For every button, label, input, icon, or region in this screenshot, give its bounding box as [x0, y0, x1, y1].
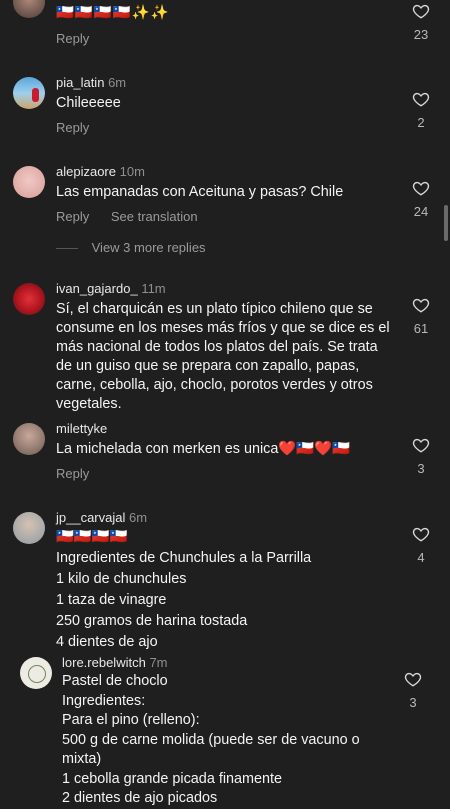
avatar[interactable]	[13, 283, 45, 315]
reply-button[interactable]: Reply	[56, 209, 89, 224]
like-count: 3	[409, 695, 417, 710]
comment-meta: jp__carvajal 6m	[56, 510, 147, 525]
like-control[interactable]: 61	[408, 296, 434, 336]
timestamp: 6m	[108, 75, 127, 90]
scrollbar[interactable]	[444, 205, 448, 241]
comment-text: Las empanadas con Aceituna y pasas? Chil…	[56, 184, 344, 200]
like-control[interactable]: 4	[408, 525, 434, 565]
comment-meta: milettyke	[56, 421, 107, 436]
like-count: 24	[413, 204, 429, 219]
heart-icon[interactable]	[412, 2, 430, 20]
like-control[interactable]: 24	[408, 179, 434, 219]
username[interactable]: ivan_gajardo_	[56, 281, 138, 296]
username[interactable]: jp__carvajal	[56, 510, 125, 525]
divider	[56, 248, 78, 250]
like-control[interactable]: 3	[408, 436, 434, 476]
view-more-replies[interactable]: View 3 more replies	[56, 240, 206, 255]
heart-icon[interactable]	[412, 90, 430, 108]
view-more-replies-label[interactable]: View 3 more replies	[92, 240, 206, 255]
like-count: 3	[417, 461, 425, 476]
username[interactable]: pia_latin	[56, 75, 104, 90]
comment-actions: Reply See translation	[56, 209, 216, 224]
username[interactable]: milettyke	[56, 421, 107, 436]
comment-meta: lore.rebelwitch 7m	[62, 655, 168, 670]
comment-actions: Reply	[56, 120, 107, 135]
heart-icon[interactable]	[412, 179, 430, 197]
timestamp: 11m	[141, 281, 166, 296]
avatar[interactable]	[13, 77, 45, 109]
comment-meta: ivan_gajardo_ 11m	[56, 281, 166, 296]
comment-meta: pia_latin 6m	[56, 75, 126, 90]
avatar[interactable]	[13, 512, 45, 544]
comment-text: 🇨🇱🇨🇱🇨🇱🇨🇱 Ingredientes de Chunchules a la…	[56, 529, 312, 650]
avatar[interactable]	[13, 0, 45, 18]
timestamp: 7m	[149, 655, 168, 670]
reply-button[interactable]: Reply	[56, 466, 89, 481]
comment-text: Pastel de choclo Ingredientes: Para el p…	[62, 673, 360, 806]
like-control[interactable]: 2	[408, 90, 434, 130]
like-count: 23	[413, 27, 429, 42]
avatar[interactable]	[13, 423, 45, 455]
heart-icon[interactable]	[412, 296, 430, 314]
reply-button[interactable]: Reply	[56, 120, 89, 135]
comment-text: La michelada con merken es unica❤️🇨🇱❤️🇨🇱	[56, 441, 351, 457]
comment-actions: Reply	[56, 31, 107, 46]
reply-button[interactable]: Reply	[56, 31, 89, 46]
like-control[interactable]: 3	[400, 670, 426, 710]
timestamp: 6m	[129, 510, 148, 525]
avatar[interactable]	[13, 166, 45, 198]
comment-text: Sí, el charquicán es un plato típico chi…	[56, 301, 390, 412]
like-count: 2	[417, 115, 425, 130]
comment-text: Chileeeee	[56, 95, 121, 111]
like-count: 61	[413, 321, 429, 336]
heart-icon[interactable]	[412, 436, 430, 454]
username[interactable]: lore.rebelwitch	[62, 655, 146, 670]
see-translation-link[interactable]: See translation	[111, 209, 198, 224]
like-count: 4	[417, 550, 425, 565]
heart-icon[interactable]	[412, 525, 430, 543]
timestamp: 10m	[119, 164, 145, 179]
comment-actions: Reply	[56, 466, 107, 481]
username[interactable]: alepizaore	[56, 164, 116, 179]
comment-text: 🇨🇱🇨🇱🇨🇱🇨🇱✨✨	[56, 5, 170, 21]
avatar[interactable]	[20, 657, 52, 689]
comment-meta: alepizaore 10m	[56, 164, 145, 179]
like-control[interactable]: 23	[408, 2, 434, 42]
heart-icon[interactable]	[404, 670, 422, 688]
